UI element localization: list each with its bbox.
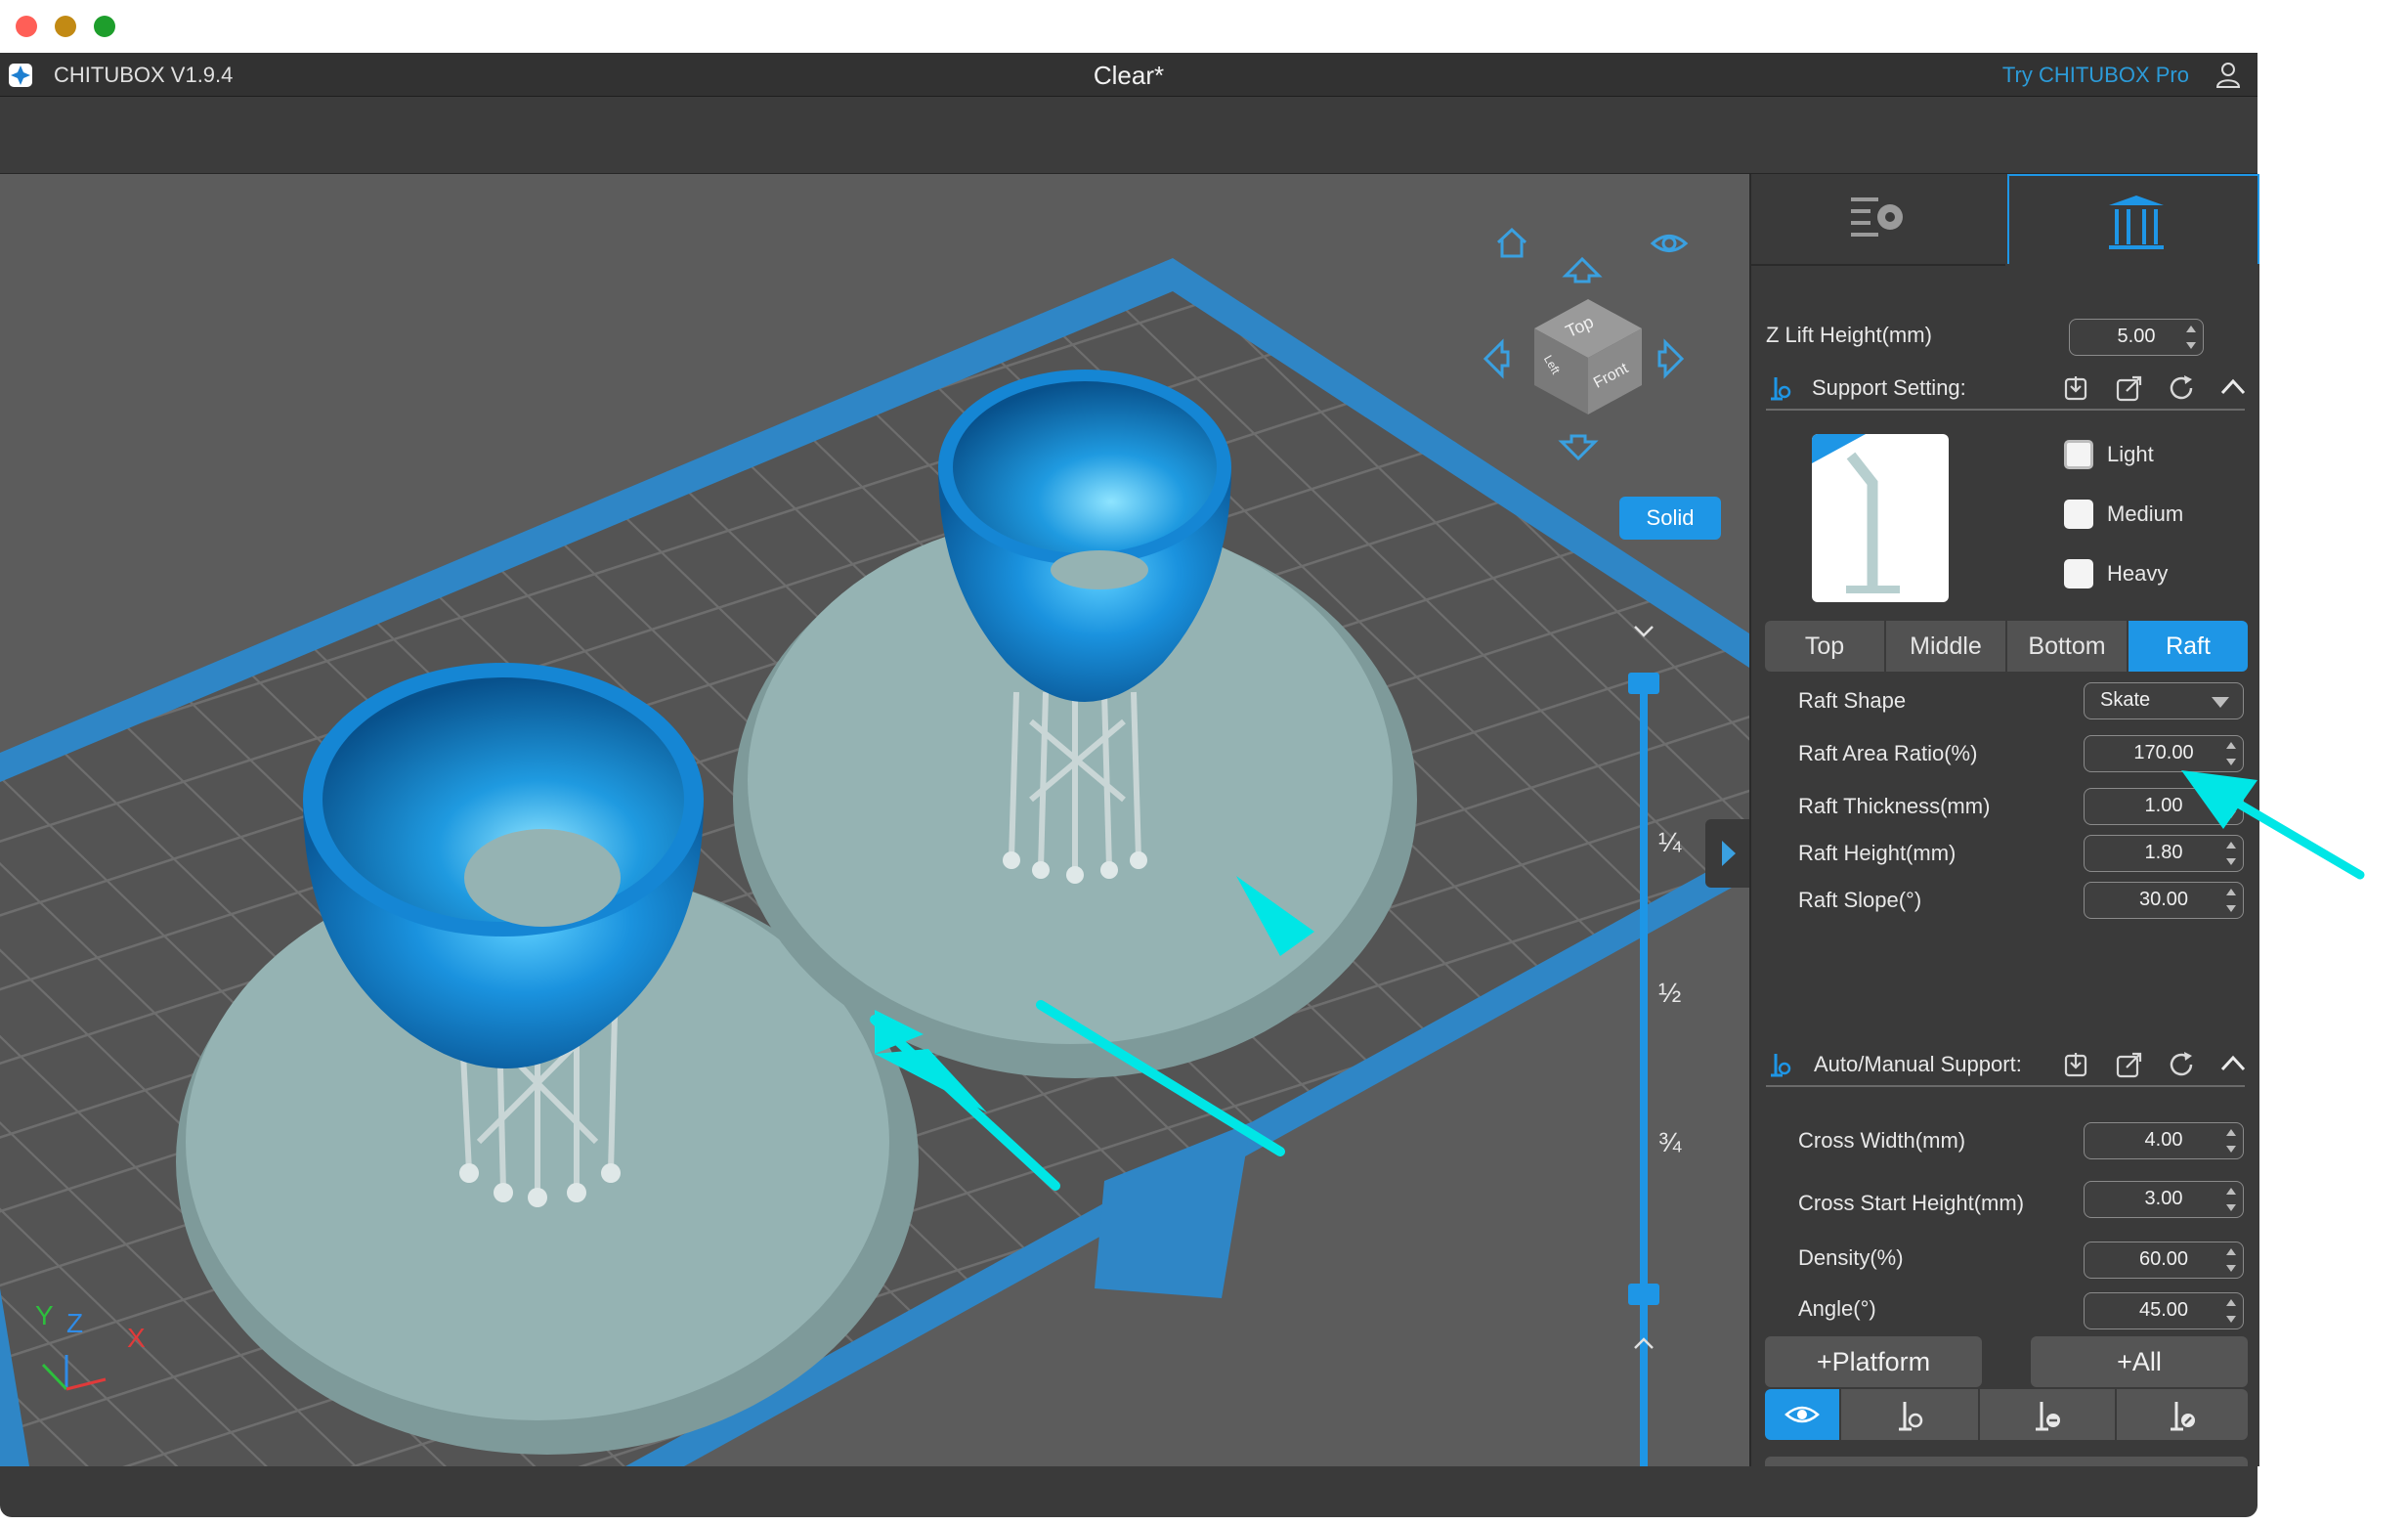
slider-up-chevron-icon[interactable] [1632,1335,1656,1351]
axis-x-label: X [127,1323,146,1353]
light-label: Light [2107,442,2154,466]
auto-support-pin-icon [1771,1054,1791,1077]
auto-collapse-chevron-up-icon[interactable] [2218,1053,2248,1074]
try-pro-link[interactable]: Try CHITUBOX Pro [2002,63,2189,88]
support-columns-icon [2109,196,2164,249]
auto-manual-support-title: Auto/Manual Support: [1814,1052,2022,1076]
tab-raft[interactable]: Raft [2128,621,2248,672]
collapse-chevron-up-icon[interactable] [2218,376,2248,398]
medium-checkbox[interactable] [2064,500,2093,529]
support-setting-title: Support Setting: [1812,375,1966,400]
auto-import-icon[interactable] [2062,1050,2091,1079]
panel-collapse-toggle[interactable] [1705,819,1749,888]
cross-start-height-label: Cross Start Height(mm) [1798,1191,2025,1215]
eye-icon [1784,1406,1820,1423]
raft-area-ratio-label: Raft Area Ratio(%) [1798,741,1978,765]
tab-bottom[interactable]: Bottom [2007,621,2127,672]
z-lift-label: Z Lift Height(mm) [1766,323,1932,347]
density-label: Density(%) [1798,1245,1904,1270]
panel-bottom-strip [1765,1457,2248,1466]
home-view-icon[interactable] [1492,223,1531,262]
auto-reset-icon[interactable] [2167,1050,2196,1079]
view-cube[interactable]: Top Front Left [1525,289,1652,416]
edit-support-pin-icon [2171,1402,2195,1431]
tab-slice-settings[interactable] [1751,174,2005,266]
eye-view-icon[interactable] [1650,229,1689,258]
cross-width-input[interactable]: 4.00 [2084,1122,2244,1159]
raft-slope-label: Raft Slope(°) [1798,888,1922,912]
support-preview-image [1812,434,1949,602]
slider-mark-three-quarter: ¾ [1658,1127,1682,1157]
rotate-right-arrow-icon[interactable] [1657,338,1687,379]
app-header: CHITUBOX V1.9.4 Clear* Try CHITUBOX Pro [0,53,2258,97]
show-supports-button[interactable] [1765,1389,1839,1440]
window-titlebar [0,0,2258,53]
z-lift-input[interactable]: 5.00 [2069,319,2204,356]
edit-support-button[interactable] [2117,1389,2248,1440]
toolbar [0,97,2258,175]
reset-icon[interactable] [2167,373,2196,403]
document-title: Clear* [1093,61,1165,90]
dropdown-arrow-icon [2212,697,2229,708]
raft-thickness-label: Raft Thickness(mm) [1798,794,1991,818]
angle-input[interactable]: 45.00 [2084,1292,2244,1329]
axis-z-label: Z [66,1308,84,1338]
auto-export-icon[interactable] [2115,1050,2144,1079]
settings-list-gear-icon [1851,197,1903,237]
cross-width-label: Cross Width(mm) [1798,1128,1966,1153]
remove-support-pin-icon [2036,1402,2060,1431]
status-bar [0,1466,2258,1517]
divider [1766,409,2245,411]
raft-shape-label: Raft Shape [1798,688,1907,713]
layer-slider-top-handle[interactable] [1628,673,1659,694]
solid-view-button[interactable]: Solid [1619,497,1721,540]
raft-shape-select[interactable]: Skate [2084,682,2244,719]
slider-mark-quarter: ¼ [1658,827,1682,857]
add-platform-button[interactable]: +Platform [1765,1336,1982,1387]
3d-viewport[interactable]: Top Front Left Solid ¼ ½ ¾ Y Z X [0,174,1749,1466]
add-all-button[interactable]: +All [2031,1336,2248,1387]
slider-mark-half: ½ [1658,978,1682,1008]
user-account-icon[interactable] [2214,61,2242,88]
medium-label: Medium [2107,501,2184,526]
cross-start-height-input[interactable]: 3.00 [2084,1181,2244,1218]
layer-slider-bottom-handle[interactable] [1628,1284,1659,1305]
light-checkbox[interactable] [2064,440,2093,469]
tab-middle[interactable]: Middle [1886,621,2005,672]
export-icon[interactable] [2115,373,2144,403]
maximize-window-button[interactable] [94,16,115,37]
density-input[interactable]: 60.00 [2084,1242,2244,1279]
tab-support-settings[interactable] [2007,174,2259,264]
support-pin-icon [1771,377,1791,401]
annotation-arrow-area-ratio-icon [2181,770,2365,880]
tab-top[interactable]: Top [1765,621,1884,672]
import-icon[interactable] [2062,373,2091,403]
heavy-label: Heavy [2107,561,2169,586]
rotate-up-arrow-icon[interactable] [1562,254,1603,283]
add-support-button[interactable] [1841,1389,1978,1440]
close-window-button[interactable] [16,16,37,37]
play-right-icon [1722,841,1736,866]
angle-label: Angle(°) [1798,1296,1876,1321]
rotate-down-arrow-icon[interactable] [1558,434,1599,463]
remove-support-button[interactable] [1980,1389,2115,1440]
add-support-pin-icon [1899,1402,1923,1431]
axis-y-label: Y [35,1300,54,1330]
slider-down-chevron-icon[interactable] [1632,624,1656,639]
heavy-checkbox[interactable] [2064,559,2093,588]
minimize-window-button[interactable] [55,16,76,37]
rotate-left-arrow-icon[interactable] [1481,338,1510,379]
auto-divider [1766,1085,2245,1087]
raft-height-label: Raft Height(mm) [1798,841,1956,865]
